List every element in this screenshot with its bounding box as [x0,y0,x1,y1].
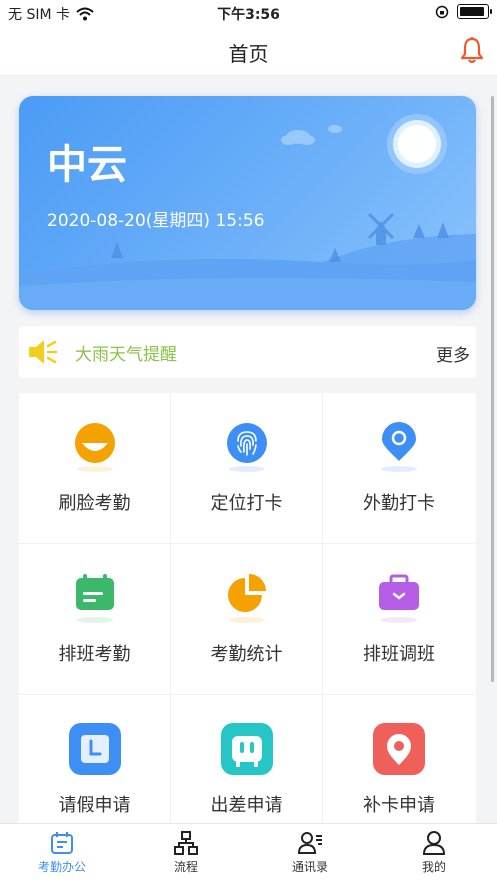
leave-clock-icon [68,723,121,775]
scrollbar[interactable] [491,96,494,682]
notice-more-link[interactable]: 更多 [436,341,470,366]
grid-item-label: 刷脸考勤 [58,493,131,514]
grid-item-label: 补卡申请 [363,795,435,816]
grid-item-shift-attendance[interactable]: 排班考勤 [19,544,171,695]
grid-item-label: 出差申请 [210,795,283,816]
city-name: 中云 [47,142,127,188]
grid-item-label: 考勤统计 [210,644,283,665]
function-grid: 刷脸考勤 定位打卡 外勤打卡 排班考勤 考勤统计 排班调班 请假申请 出差申请 … [19,393,476,823]
grid-item-business-trip[interactable]: 出差申请 [171,695,323,823]
tab-attendance[interactable]: 考勤办公 [0,830,124,875]
tab-workflow[interactable]: 流程 [124,830,248,875]
grid-item-label: 定位打卡 [210,493,283,514]
profile-icon [422,831,446,855]
bell-icon[interactable] [459,36,485,64]
fingerprint-icon [226,423,267,472]
grid-item-shift-swap[interactable]: 排班调班 [323,544,475,695]
status-time: 下午3:56 [217,7,280,23]
calendar-icon [75,574,114,623]
grid-item-field-checkin[interactable]: 外勤打卡 [323,393,475,544]
workflow-icon [174,831,198,855]
status-bar: 无 SIM 卡 下午3:56 [0,0,497,26]
orientation-lock-icon [435,5,449,18]
landscape-illustration [19,114,476,310]
battery-fill [460,7,484,16]
grid-item-label: 排班调班 [363,644,435,665]
notice-text: 大雨天气提醒 [75,345,177,365]
grid-item-attendance-stats[interactable]: 考勤统计 [171,544,323,695]
briefcase-icon [379,574,419,623]
bottom-tabbar: 考勤办公 流程 通讯录 我的 [0,823,497,883]
location-card-icon [373,723,425,775]
page-title: 首页 [228,42,269,66]
grid-item-leave-request[interactable]: 请假申请 [19,695,171,823]
tab-profile[interactable]: 我的 [372,830,496,875]
grid-item-face-attendance[interactable]: 刷脸考勤 [19,393,171,544]
contacts-icon [297,832,322,854]
grid-item-label: 排班考勤 [58,644,131,665]
banner-datetime: 2020-08-20(星期四) 15:56 [47,211,265,231]
location-pin-icon [381,422,417,472]
speaker-icon [29,340,58,364]
tab-label: 考勤办公 [37,860,86,874]
grid-item-card-makeup[interactable]: 补卡申请 [323,695,475,823]
tab-label: 流程 [173,860,198,874]
pie-chart-icon [227,574,266,623]
weather-banner[interactable]: 中云 2020-08-20(星期四) 15:56 [19,96,476,310]
grid-item-label: 请假申请 [58,795,131,816]
status-right [435,4,492,19]
top-navbar: 首页 [0,26,497,76]
face-icon [74,423,115,472]
grid-item-label: 外勤打卡 [363,493,435,514]
grid-item-location-checkin[interactable]: 定位打卡 [171,393,323,544]
tab-label: 我的 [421,860,446,874]
suitcase-icon [220,723,273,775]
tab-contacts[interactable]: 通讯录 [248,830,372,875]
notice-bar[interactable]: 大雨天气提醒 更多 [19,326,476,378]
tab-label: 通讯录 [291,860,328,874]
battery-icon [457,4,492,19]
attendance-icon [51,832,73,854]
